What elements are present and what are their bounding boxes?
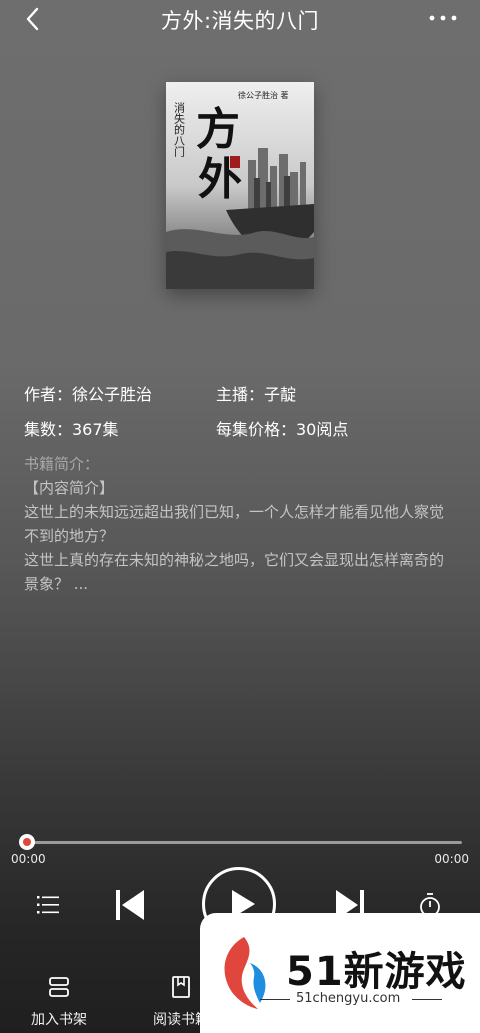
intro-line-2: 这世上真的存在未知的神秘之地吗，它们又会显现出怎样离奇的景象？ ... [24, 551, 445, 593]
watermark-logo-icon [224, 937, 266, 1009]
progress-bar[interactable] [24, 841, 462, 844]
book-intro: 书籍简介： 【内容简介】 这世上的未知远远超出我们已知，一个人怎样才能看见他人察… [24, 452, 456, 596]
progress-knob[interactable] [19, 834, 35, 850]
cover-author: 徐公子胜治 著 [238, 90, 289, 100]
page-title: 方外:消失的八门 [160, 9, 320, 33]
intro-section: 【内容简介】 [24, 479, 115, 497]
site-watermark: 51新游戏 51chengyu.com [200, 913, 480, 1033]
cover-subtitle: 消失的八门 [173, 101, 186, 158]
author-label: 作者：徐公子胜治 [24, 385, 153, 404]
bookshelf-icon [49, 977, 69, 997]
watermark-name: 51新游戏 [286, 949, 467, 995]
episodes-label: 集数：367集 [24, 420, 119, 439]
top-bar: 方外:消失的八门 [0, 0, 480, 40]
price-label: 每集价格：30阅点 [216, 420, 349, 439]
narrator-label: 主播：子靛 [216, 385, 297, 404]
watermark-divider-right [412, 999, 442, 1000]
watermark-divider-left [260, 999, 290, 1000]
add-to-shelf-button[interactable]: 加入书架 [24, 975, 94, 1029]
total-time: 00:00 [434, 852, 469, 866]
intro-line-1: 这世上的未知远远超出我们已知，一个人怎样才能看见他人察觉不到的地方？ [24, 503, 445, 545]
elapsed-time: 00:00 [11, 852, 46, 866]
cover-seal [230, 156, 240, 168]
playlist-icon[interactable] [37, 894, 59, 916]
more-dots-icon[interactable] [428, 8, 458, 28]
book-cover-art: 方 外 消失的八门 徐公子胜治 著 [166, 82, 314, 289]
previous-icon[interactable] [114, 888, 146, 922]
cover-title-fang: 方 [196, 104, 240, 155]
book-icon [172, 976, 190, 998]
watermark-url: 51chengyu.com [296, 991, 401, 1006]
intro-heading: 书籍简介： [24, 455, 100, 473]
book-cover: 方 外 消失的八门 徐公子胜治 著 [166, 82, 314, 289]
add-to-shelf-label: 加入书架 [31, 1012, 87, 1028]
